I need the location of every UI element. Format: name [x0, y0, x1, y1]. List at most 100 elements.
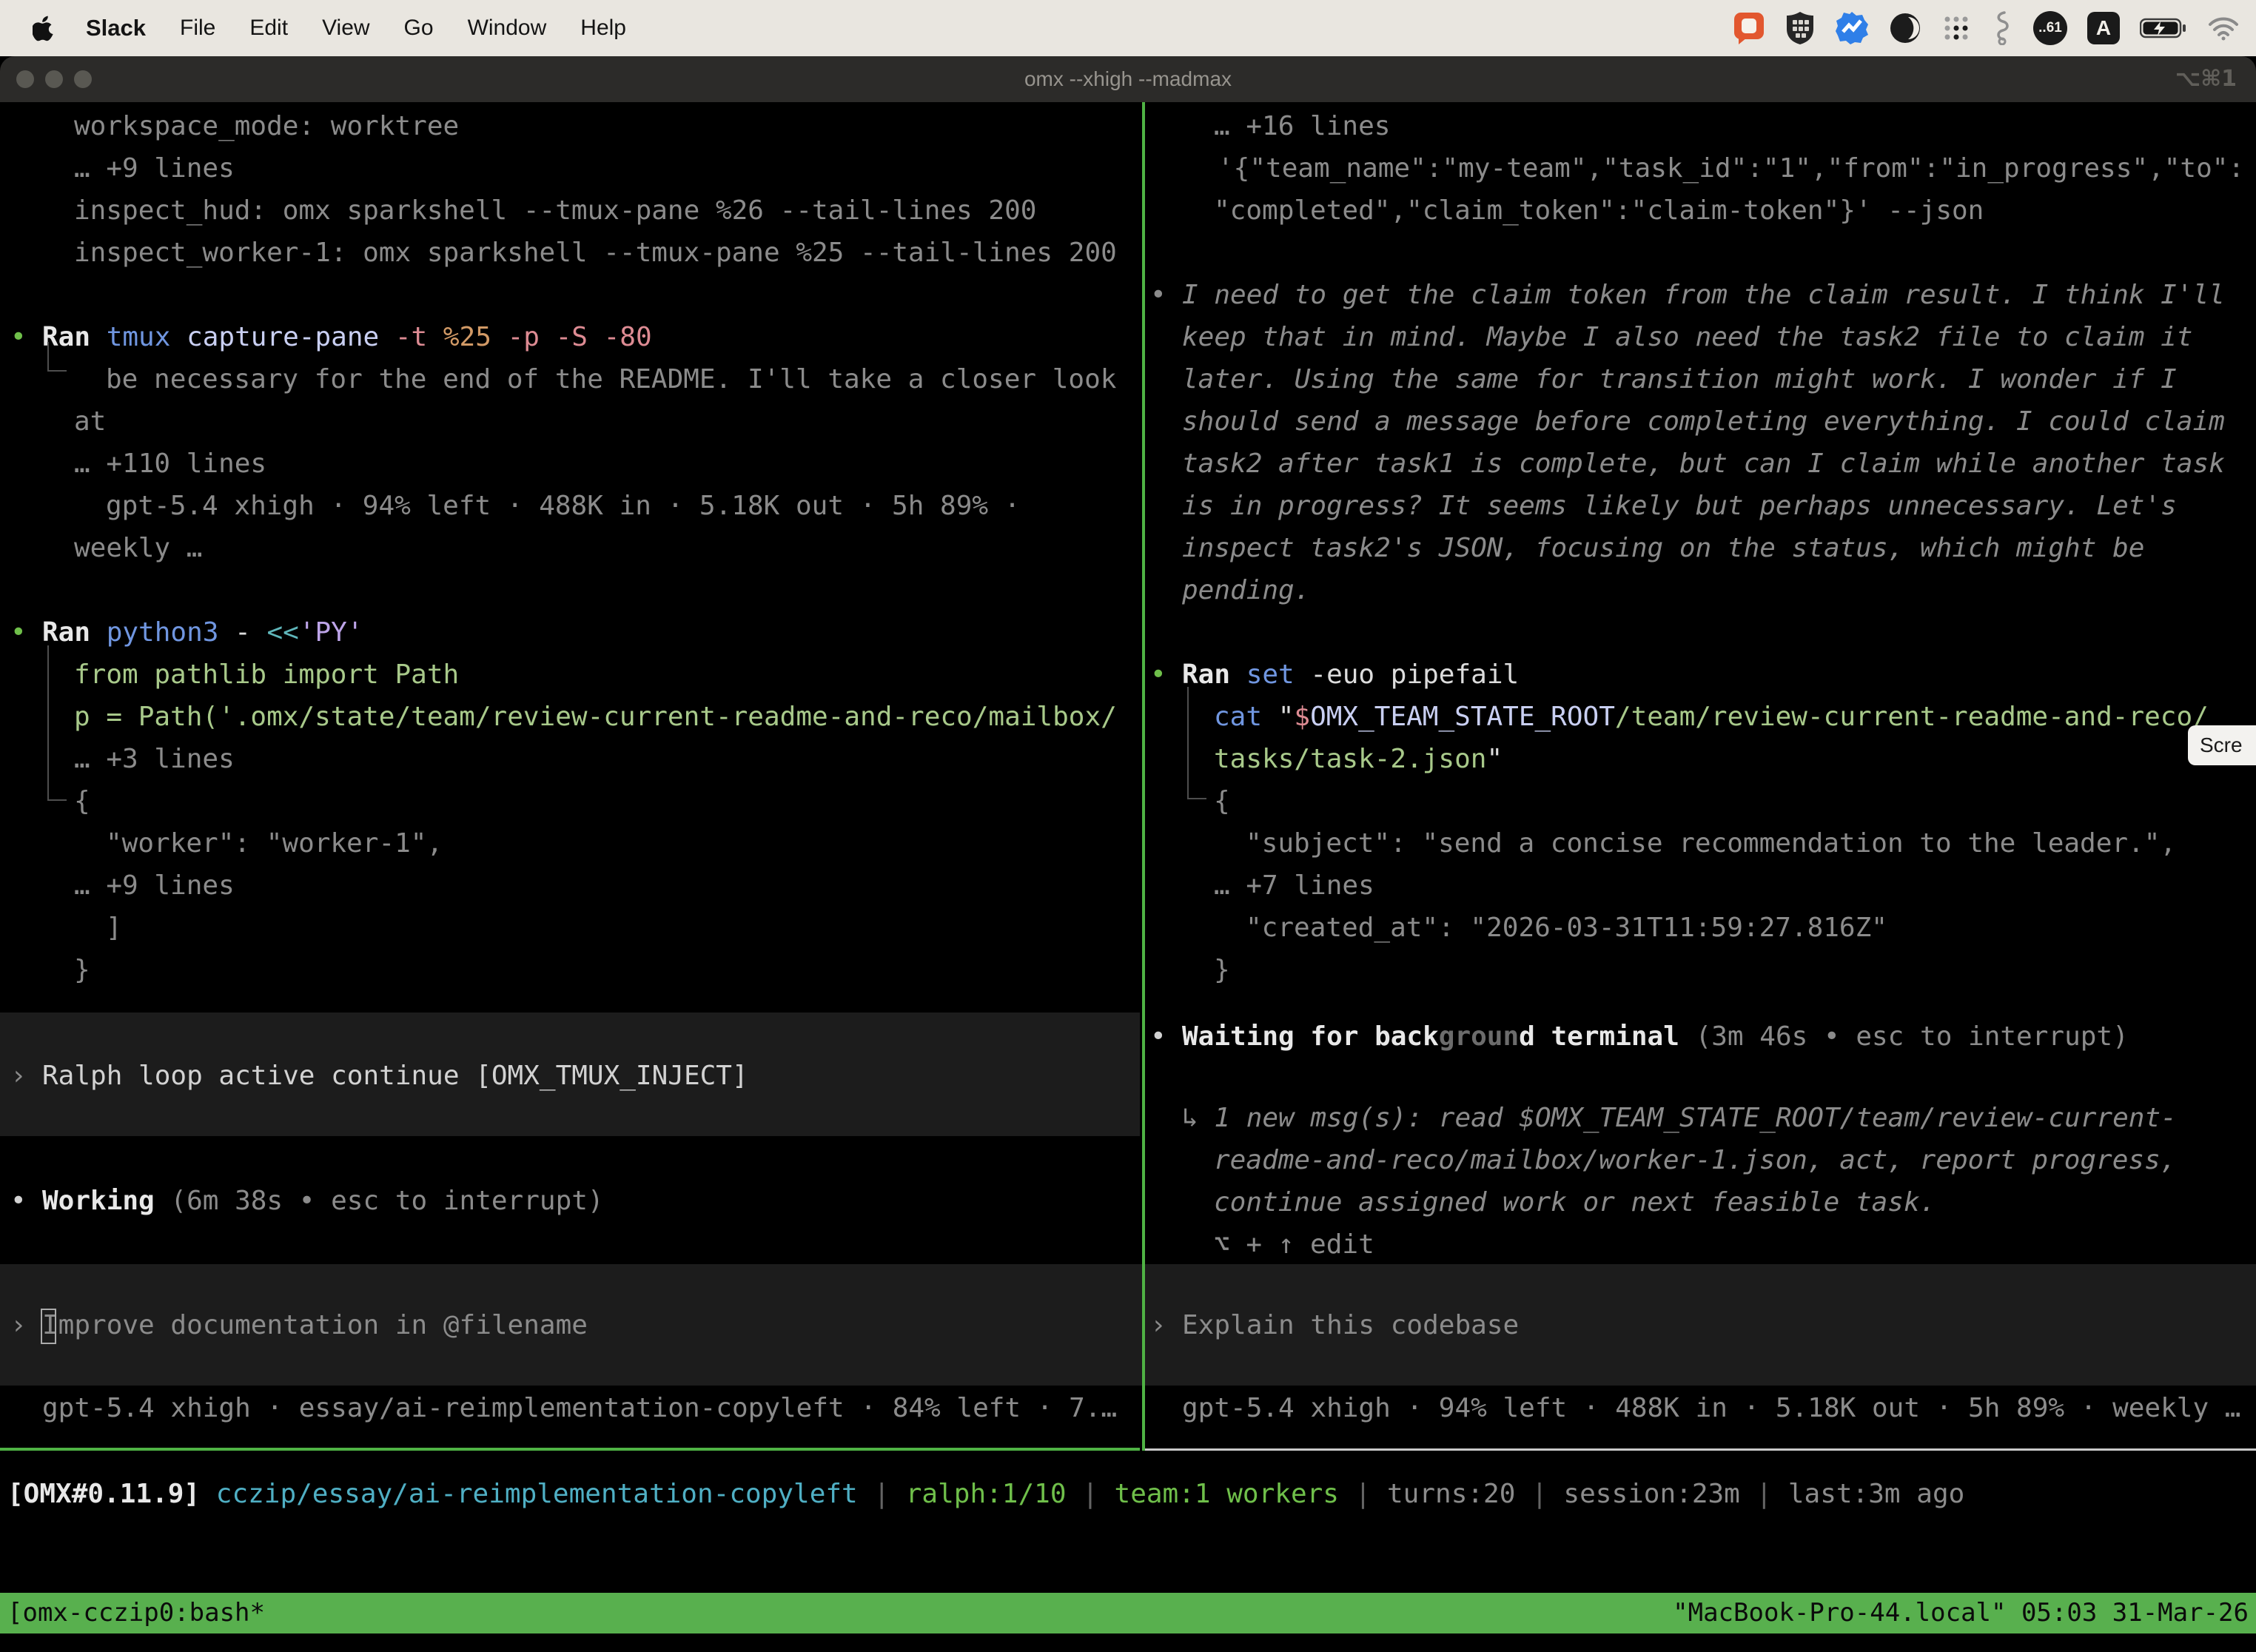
text-segment: last:3m ago: [1788, 1479, 1964, 1509]
screenshot-icon[interactable]: [1733, 11, 1765, 45]
terminal-line: }: [0, 949, 1140, 991]
text-segment: p = Path('.omx/state/team/review-current…: [74, 702, 1117, 732]
text-segment: •: [10, 617, 27, 648]
text-segment: "subject": "send a concise recommendatio…: [1246, 828, 2176, 859]
terminal-line: … +3 lines: [0, 738, 1140, 780]
terminal-line: task2 after task1 is complete, but can I…: [1140, 443, 2256, 485]
text-segment: inspect task2's JSON, focusing on the st…: [1182, 533, 2144, 563]
text-segment: later. Using the same for transition mig…: [1182, 364, 2177, 394]
text-segment: tmux: [107, 322, 187, 352]
text-segment: … +3 lines: [74, 744, 235, 774]
terminal-line: }: [1140, 949, 2256, 991]
terminal-line: gpt-5.4 xhigh · 94% left · 488K in · 5.1…: [0, 485, 1140, 527]
text-segment: Ran: [1182, 659, 1246, 690]
text-segment: •: [10, 1186, 27, 1216]
text-segment: pending.: [1182, 575, 1310, 605]
terminal-line: •Ran set -euo pipefail: [1140, 654, 2256, 696]
text-segment: Improve documentation in @filename: [42, 1310, 588, 1340]
text-segment: inspect_worker-1: omx sparkshell --tmux-…: [74, 238, 1117, 268]
terminal-line: ]: [0, 907, 1140, 949]
terminal-line: later. Using the same for transition mig…: [1140, 358, 2256, 400]
text-segment: … +16 lines: [1214, 111, 1390, 141]
text-segment: set: [1246, 659, 1311, 690]
text-segment: •: [1150, 280, 1166, 310]
window-title: omx --xhigh --madmax: [0, 56, 2256, 102]
text-segment: 1 new msg(s): read $OMX_TEAM_STATE_ROOT/…: [1214, 1103, 2176, 1133]
terminal-line: be necessary for the end of the README. …: [0, 358, 1140, 400]
terminal-line: keep that in mind. Maybe I also need the…: [1140, 316, 2256, 358]
menubar: Slack File Edit View Go Window Help: [0, 0, 2256, 56]
text-segment: … +9 lines: [74, 870, 235, 901]
text-segment: %25: [443, 322, 508, 352]
text-segment: should send a message before completing …: [1182, 406, 2225, 437]
terminal-line: "completed","claim_token":"claim-token"}…: [1140, 189, 2256, 232]
text-segment: •: [10, 322, 27, 352]
text-segment: turns:20: [1387, 1479, 1515, 1509]
battery-icon[interactable]: [2140, 16, 2187, 40]
text-segment: |: [1740, 1479, 1788, 1509]
terminal-line: weekly …: [0, 527, 1140, 569]
terminal-line: … +110 lines: [0, 443, 1140, 485]
terminal-line: •Working (6m 38s • esc to interrupt): [0, 1180, 1140, 1222]
text-cursor: [41, 1309, 56, 1344]
terminal-line: inspect_hud: omx sparkshell --tmux-pane …: [0, 189, 1140, 232]
wifi-icon[interactable]: [2207, 16, 2240, 41]
terminal-line: readme-and-reco/mailbox/worker-1.json, a…: [1140, 1139, 2256, 1181]
terminal-line: … +9 lines: [0, 864, 1140, 907]
menu-window[interactable]: Window: [468, 16, 547, 41]
text-segment: gpt-5.4 xhigh · 94% left · 488K in · 5.1…: [1182, 1393, 2240, 1423]
terminal-line: •Ran tmux capture-pane -t %25 -p -S -80: [0, 316, 1140, 358]
text-segment: (3m 46s • esc to interrupt): [1679, 1021, 2129, 1052]
apple-menu-icon[interactable]: [33, 15, 55, 41]
output-connector: [1187, 687, 1206, 799]
terminal-line: inspect_worker-1: omx sparkshell --tmux-…: [0, 232, 1140, 274]
crescent-circle-icon[interactable]: [1889, 12, 1921, 44]
text-segment: from pathlib import Path: [74, 659, 459, 690]
squiggle-icon[interactable]: [1991, 11, 2013, 45]
menu-view[interactable]: View: [322, 16, 369, 41]
text-segment: capture-pane: [187, 322, 395, 352]
text-segment: (6m 38s • esc to interrupt): [170, 1186, 603, 1216]
terminal-line: from pathlib import Path: [0, 654, 1140, 696]
menu-help[interactable]: Help: [580, 16, 626, 41]
text-segment: be necessary for the end of the README. …: [106, 364, 1116, 394]
text-segment: ": [1486, 744, 1503, 774]
text-segment: workspace_mode: worktree: [74, 111, 459, 141]
count-badge-icon[interactable]: ..61: [2033, 11, 2067, 45]
text-segment: -t: [395, 322, 443, 352]
text-segment: tasks/task-2.json: [1214, 744, 1486, 774]
pane-right: … +16 lines'{"team_name":"my-team","task…: [1140, 102, 2256, 1452]
terminal-line: gpt-5.4 xhigh · 94% left · 488K in · 5.1…: [1140, 1387, 2256, 1429]
pane-divider[interactable]: [1142, 102, 1145, 1451]
terminal-line: ↳ 1 new msg(s): read $OMX_TEAM_STATE_ROO…: [1140, 1097, 2256, 1139]
text-segment: •: [1150, 659, 1166, 690]
shield-grid-icon[interactable]: [1785, 11, 1815, 45]
terminal-line: ›Explain this codebase: [1140, 1304, 2256, 1346]
menu-go[interactable]: Go: [404, 16, 434, 41]
menu-edit[interactable]: Edit: [249, 16, 288, 41]
text-segment: at: [74, 406, 106, 437]
app-menu-slack[interactable]: Slack: [86, 15, 146, 41]
terminal-line: ›Ralph loop active continue [OMX_TMUX_IN…: [0, 1055, 1140, 1097]
text-segment: "completed","claim_token":"claim-token"}…: [1214, 195, 1984, 226]
sync-badge-icon[interactable]: [1835, 11, 1869, 45]
text-segment: Waiting for back: [1182, 1021, 1439, 1052]
menu-file[interactable]: File: [180, 16, 215, 41]
terminal-line: continue assigned work or next feasible …: [1140, 1181, 2256, 1223]
text-segment: ": [1278, 702, 1295, 732]
text-segment: python3: [107, 617, 235, 648]
text-segment: 'PY': [299, 617, 363, 648]
text-segment: … +110 lines: [74, 449, 266, 479]
text-segment: weekly …: [74, 533, 202, 563]
text-segment: ›: [1150, 1310, 1166, 1340]
terminal-line: … +16 lines: [1140, 105, 2256, 147]
text-segment: Ran: [42, 617, 107, 648]
text-segment: ›: [10, 1310, 27, 1340]
dots-grid-icon[interactable]: [1941, 13, 1971, 43]
terminal-line: •Waiting for background terminal (3m 46s…: [1140, 1015, 2256, 1058]
text-segment: OMX_TEAM_STATE_ROOT: [1310, 702, 1615, 732]
input-source-icon[interactable]: A: [2087, 12, 2120, 44]
text-segment: }: [1214, 955, 1230, 985]
tmux-status-bar: [omx-cczip0:bash* "MacBook-Pro-44.local"…: [0, 1593, 2256, 1633]
text-segment: $: [1294, 702, 1310, 732]
